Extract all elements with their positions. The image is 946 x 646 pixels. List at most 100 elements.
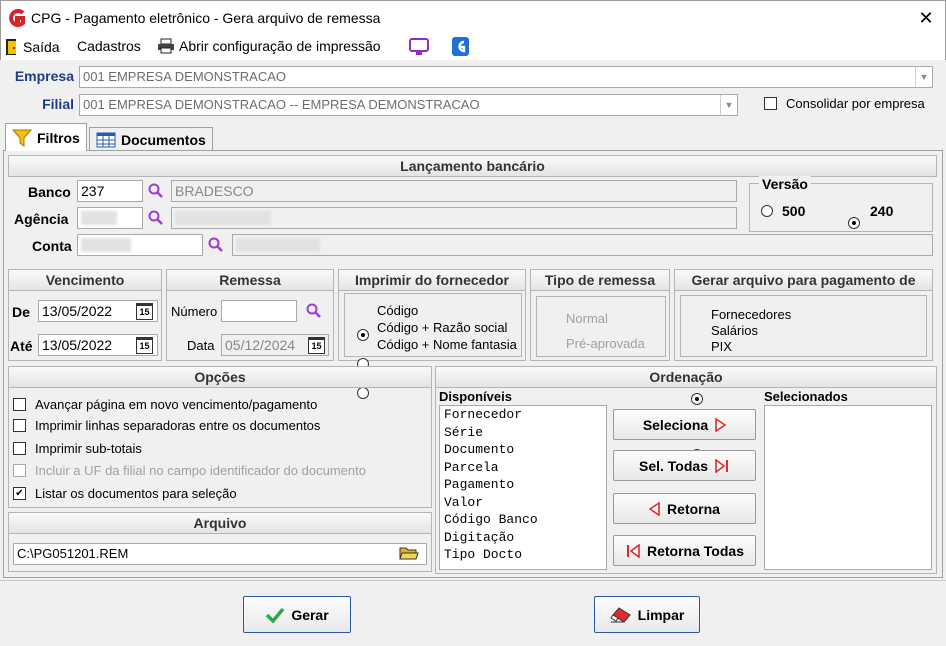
chevron-down-icon[interactable]: ▼ (915, 67, 932, 87)
imprimir-codigo-radio[interactable] (357, 329, 369, 341)
calendar-icon[interactable]: 15 (136, 337, 153, 354)
search-icon[interactable] (306, 303, 322, 319)
list-item[interactable]: Tipo Docto (444, 546, 606, 564)
filial-value: 001 EMPRESA DEMONSTRACAO -- EMPRESA DEMO… (83, 97, 480, 112)
tipo-normal-label: Normal (566, 311, 608, 326)
title-bar: CPG - Pagamento eletrônico - Gera arquiv… (0, 0, 946, 34)
ordenacao-header: Ordenação (435, 366, 937, 388)
disponiveis-list[interactable]: Fornecedor Série Documento Parcela Pagam… (439, 405, 607, 570)
list-item[interactable]: Parcela (444, 459, 606, 477)
data-value: 05/12/2024 (225, 337, 296, 353)
banco-label: Banco (28, 184, 71, 200)
limpar-label: Limpar (637, 606, 685, 623)
banco-code-field[interactable]: 237 (77, 180, 143, 202)
versao-240-label: 240 (870, 203, 894, 219)
opcoes-header: Opções (8, 366, 432, 388)
menu-cadastros[interactable]: Cadastros (77, 38, 141, 54)
opcao-subtotais-checkbox[interactable] (13, 442, 26, 455)
opcao-uf-label: Incluir a UF da filial no campo identifi… (35, 463, 366, 478)
calendar-icon[interactable]: 15 (136, 303, 153, 320)
imprimir-fantasia-label: Código + Nome fantasia (377, 337, 517, 352)
close-button[interactable]: ✕ (913, 5, 939, 31)
list-item[interactable]: Documento (444, 441, 606, 459)
list-item[interactable]: Código Banco (444, 511, 606, 529)
arquivo-path-field[interactable]: C:\PG051201.REM (13, 543, 427, 565)
arquivo-path-value: C:\PG051201.REM (17, 546, 129, 561)
folder-open-icon[interactable] (399, 545, 419, 561)
versao-500-radio[interactable] (761, 205, 773, 217)
ate-date-value: 13/05/2022 (42, 337, 113, 353)
seleciona-label: Seleciona (642, 416, 709, 433)
search-icon[interactable] (208, 237, 224, 253)
gerar-salarios-label: Salários (711, 323, 758, 338)
app-logo-icon (9, 9, 25, 27)
tab-filtros[interactable]: Filtros (5, 123, 87, 151)
empresa-select[interactable]: 001 EMPRESA DEMONSTRACAO ▼ (79, 66, 933, 88)
tab-documentos-label: Documentos (121, 131, 206, 148)
conta-label: Conta (32, 238, 72, 254)
opcao-listar-checkbox[interactable]: ✔ (13, 487, 26, 500)
disponiveis-label: Disponíveis (439, 389, 512, 404)
list-item[interactable]: Pagamento (444, 476, 606, 494)
menu-saida[interactable]: Saída (5, 38, 60, 56)
conta-name-field (232, 234, 933, 256)
filter-icon (12, 129, 32, 147)
versao-500-label: 500 (782, 203, 806, 219)
filial-select[interactable]: 001 EMPRESA DEMONSTRACAO -- EMPRESA DEMO… (79, 94, 738, 116)
consolidar-checkbox[interactable] (764, 97, 777, 110)
menu-cadastros-label: Cadastros (77, 38, 141, 54)
imprimir-header: Imprimir do fornecedor (338, 269, 526, 291)
tab-documentos[interactable]: Documentos (89, 127, 213, 151)
arrow-right-icon (715, 417, 727, 432)
eraser-icon (609, 606, 631, 623)
opcao-uf-checkbox (13, 464, 26, 477)
empresa-label: Empresa (14, 68, 74, 84)
conta-field[interactable] (77, 234, 203, 256)
search-icon[interactable] (148, 183, 164, 199)
list-item[interactable]: Fornecedor (444, 406, 606, 424)
vencimento-header: Vencimento (8, 269, 162, 291)
consolidar-label: Consolidar por empresa (786, 96, 925, 111)
gerar-fornecedores-label: Fornecedores (711, 307, 792, 322)
list-item[interactable]: Digitação (444, 529, 606, 547)
opcao-linhas-label: Imprimir linhas separadoras entre os doc… (35, 418, 321, 433)
de-label: De (12, 304, 30, 320)
retorna-todas-button[interactable]: Retorna Todas (613, 535, 756, 566)
agencia-field[interactable] (77, 207, 143, 229)
empresa-value: 001 EMPRESA DEMONSTRACAO (83, 69, 286, 84)
footer-bar (0, 580, 946, 646)
de-date-value: 13/05/2022 (42, 303, 113, 319)
gerar-arquivo-header: Gerar arquivo para pagamento de (674, 269, 933, 291)
sel-todas-label: Sel. Todas (639, 457, 708, 474)
app-g-icon[interactable] (452, 37, 469, 56)
numero-label: Número (171, 304, 218, 319)
limpar-button[interactable]: Limpar (594, 596, 700, 633)
menu-print-config[interactable]: Abrir configuração de impressão (157, 38, 381, 54)
versao-240-radio[interactable] (848, 217, 860, 229)
banco-name-field: BRADESCO (171, 180, 737, 202)
window-title: CPG - Pagamento eletrônico - Gera arquiv… (31, 10, 381, 26)
search-icon[interactable] (148, 210, 164, 226)
numero-field[interactable] (221, 300, 297, 322)
sel-todas-button[interactable]: Sel. Todas (613, 450, 756, 481)
monitor-icon[interactable] (409, 38, 429, 56)
gerar-button[interactable]: Gerar (243, 596, 351, 633)
selecionados-list[interactable] (764, 405, 932, 570)
list-item[interactable]: Série (444, 424, 606, 442)
table-icon (96, 132, 116, 147)
arquivo-header: Arquivo (8, 512, 432, 534)
ate-label: Até (10, 338, 33, 354)
list-item[interactable]: Valor (444, 494, 606, 512)
opcao-avancar-checkbox[interactable] (13, 398, 26, 411)
menu-bar: Saída Cadastros Abrir configuração de im… (0, 34, 946, 60)
remessa-header: Remessa (166, 269, 334, 291)
menu-saida-label: Saída (23, 39, 60, 55)
tipo-remessa-header: Tipo de remessa (530, 269, 670, 291)
retorna-button[interactable]: Retorna (613, 493, 756, 524)
retorna-label: Retorna (667, 500, 720, 517)
opcao-linhas-checkbox[interactable] (13, 419, 26, 432)
opcao-avancar-label: Avançar página em novo vencimento/pagame… (35, 397, 318, 412)
seleciona-button[interactable]: Seleciona (613, 409, 756, 440)
chevron-down-icon[interactable]: ▼ (720, 95, 737, 115)
calendar-icon[interactable]: 15 (308, 337, 325, 354)
